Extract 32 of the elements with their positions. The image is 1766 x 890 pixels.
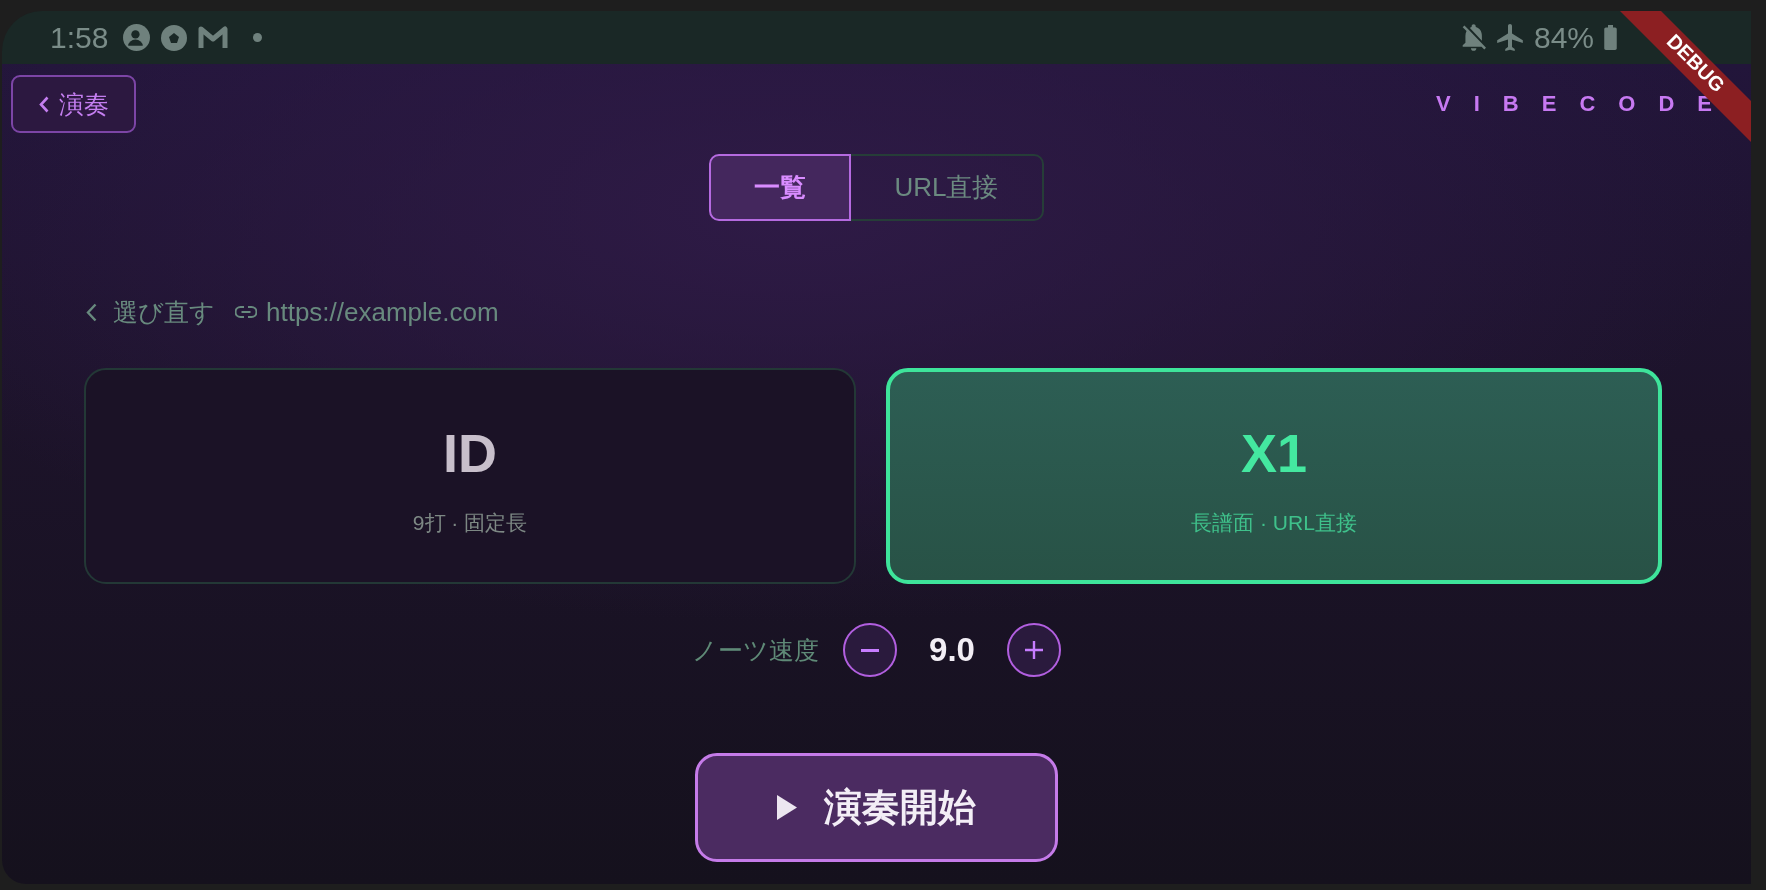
mode-subtitle: 9打 · 固定長 [412, 510, 528, 536]
tab[interactable]: 一覧 [709, 154, 852, 221]
dot-icon [253, 33, 263, 42]
link-icon [235, 306, 257, 318]
chevron-left-icon [86, 302, 97, 322]
source-url: https://example.com [266, 296, 499, 328]
status-time: 1:58 [50, 20, 109, 55]
play-icon [777, 795, 797, 820]
plus-icon [1024, 641, 1043, 659]
person-icon [123, 24, 151, 51]
mail-icon [198, 25, 229, 50]
mode-title: X1 [1240, 426, 1308, 480]
battery-icon [1604, 25, 1617, 50]
mode-card[interactable]: ID 9打 · 固定長 [84, 368, 856, 584]
mode-card[interactable]: X1 長譜面 · URL直接 [886, 368, 1662, 584]
speed-label: ノーツ速度 [692, 634, 820, 666]
increase-button[interactable] [1006, 623, 1061, 677]
chevron-left-icon [38, 95, 49, 113]
mode-subtitle: 長譜面 · URL直接 [1191, 510, 1357, 536]
mode-title: ID [443, 426, 497, 480]
minus-icon [861, 648, 880, 652]
reselect-button[interactable]: 選び直す [86, 295, 215, 329]
battery-percent: 84% [1533, 20, 1594, 55]
bell-off-icon [1461, 24, 1486, 51]
brand-title: VIBECODE [1436, 91, 1735, 117]
ball-icon [161, 24, 188, 51]
tab[interactable]: URL直接 [849, 154, 1044, 221]
decrease-button[interactable] [843, 623, 898, 677]
start-button[interactable]: 演奏開始 [695, 753, 1058, 862]
back-button[interactable]: 演奏 [11, 75, 136, 133]
airplane-icon [1496, 24, 1523, 51]
speed-value: 9.0 [929, 631, 975, 669]
